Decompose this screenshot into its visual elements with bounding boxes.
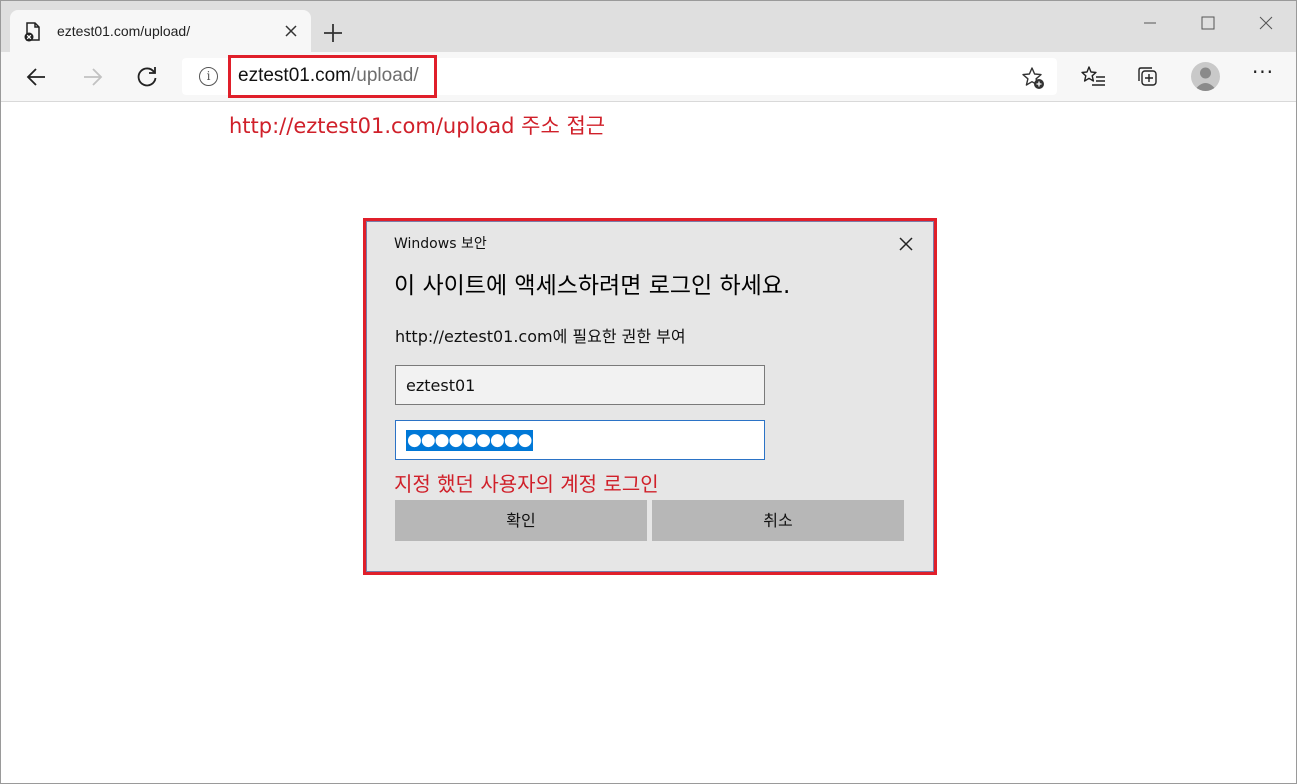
settings-menu-icon[interactable]: ··· <box>1249 62 1277 90</box>
refresh-icon[interactable] <box>133 63 161 91</box>
tab-strip: eztest01.com/upload/ <box>1 1 1296 52</box>
url-annotation: http://eztest01.com/upload 주소 접근 <box>229 114 606 138</box>
profile-avatar-icon[interactable] <box>1191 62 1220 91</box>
login-annotation: 지정 했던 사용자의 계정 로그인 <box>394 472 659 496</box>
collections-icon[interactable] <box>1135 64 1161 90</box>
page-error-icon <box>24 22 42 42</box>
ok-button[interactable]: 확인 <box>395 500 647 541</box>
password-field[interactable]: ●●●●●●●●● <box>395 420 765 460</box>
tab-title: eztest01.com/upload/ <box>57 23 191 39</box>
url-highlight-box <box>228 55 437 98</box>
dialog-close-icon[interactable] <box>895 233 917 255</box>
browser-toolbar: i eztest01.com/upload/ ··· <box>1 52 1296 102</box>
site-info-icon[interactable]: i <box>199 67 218 86</box>
add-favorite-icon[interactable] <box>1021 66 1045 90</box>
window-close-button[interactable] <box>1246 9 1286 35</box>
favorites-list-icon[interactable] <box>1081 64 1107 90</box>
username-value: eztest01 <box>406 376 476 395</box>
password-value: ●●●●●●●●● <box>406 430 533 451</box>
dialog-caption: Windows 보안 <box>394 236 487 252</box>
browser-tab[interactable]: eztest01.com/upload/ <box>10 10 311 52</box>
minimize-button[interactable] <box>1130 9 1170 35</box>
back-arrow-icon[interactable] <box>23 63 51 91</box>
maximize-button[interactable] <box>1188 9 1228 35</box>
windows-security-dialog: Windows 보안 이 사이트에 액세스하려면 로그인 하세요. http:/… <box>366 221 934 572</box>
new-tab-button[interactable] <box>319 19 347 47</box>
forward-arrow-icon[interactable] <box>78 63 106 91</box>
dialog-description: http://eztest01.com에 필요한 권한 부여 <box>395 327 686 346</box>
username-field[interactable]: eztest01 <box>395 365 765 405</box>
tab-close-icon[interactable] <box>281 21 301 41</box>
cancel-button[interactable]: 취소 <box>652 500 904 541</box>
browser-window: eztest01.com/upload/ i eztest01.com/uplo… <box>0 0 1297 784</box>
dialog-heading: 이 사이트에 액세스하려면 로그인 하세요. <box>394 273 791 299</box>
